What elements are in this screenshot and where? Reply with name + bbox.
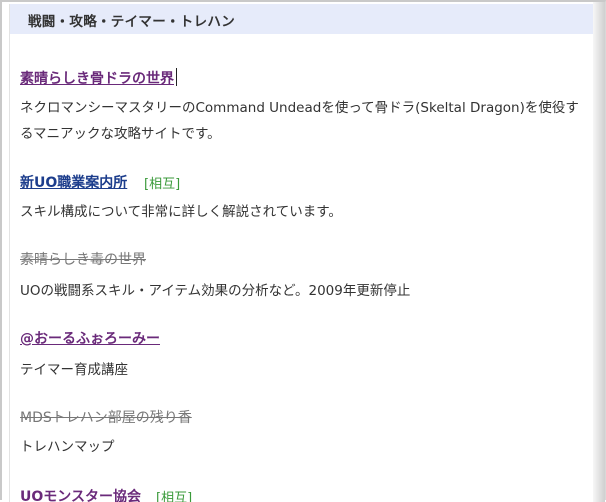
link-new-uo-job-guide[interactable]: 新UO職業案内所 xyxy=(20,172,127,192)
link-list-panel: 戦闘・攻略・テイマー・トレハン 素晴らしき骨ドラの世界 ネクロマンシーマスタリー… xyxy=(9,4,595,502)
link-skeleton-dragon-world[interactable]: 素晴らしき骨ドラの世界 xyxy=(20,68,177,88)
description-skeleton-dragon-world: ネクロマンシーマスタリーのCommand Undeadを使って骨ドラ(Skelt… xyxy=(20,100,579,142)
link-all-follow-me[interactable]: @おーるふぉろーみー xyxy=(20,328,160,348)
link-mds-treasure-room[interactable]: MDSトレハン部屋の残り香 xyxy=(20,407,192,427)
page-frame: 戦闘・攻略・テイマー・トレハン 素晴らしき骨ドラの世界 ネクロマンシーマスタリー… xyxy=(0,0,606,502)
section-header: 戦闘・攻略・テイマー・トレハン xyxy=(10,4,594,34)
description-all-follow-me: テイマー育成講座 xyxy=(20,362,128,378)
description-poison-world: UOの戦闘系スキル・アイテム効果の分析など。2009年更新停止 xyxy=(20,283,411,299)
description-new-uo-job-guide: スキル構成について非常に詳しく解説されています。 xyxy=(20,204,342,220)
right-edge-shadow xyxy=(593,2,605,502)
section-title: 戦闘・攻略・テイマー・トレハン xyxy=(28,14,235,30)
text-cursor xyxy=(176,68,177,86)
description-mds-treasure-room: トレハンマップ xyxy=(20,439,115,455)
mutual-badge: [相互] xyxy=(144,177,181,192)
link-poison-world[interactable]: 素晴らしき毒の世界 xyxy=(20,249,146,269)
